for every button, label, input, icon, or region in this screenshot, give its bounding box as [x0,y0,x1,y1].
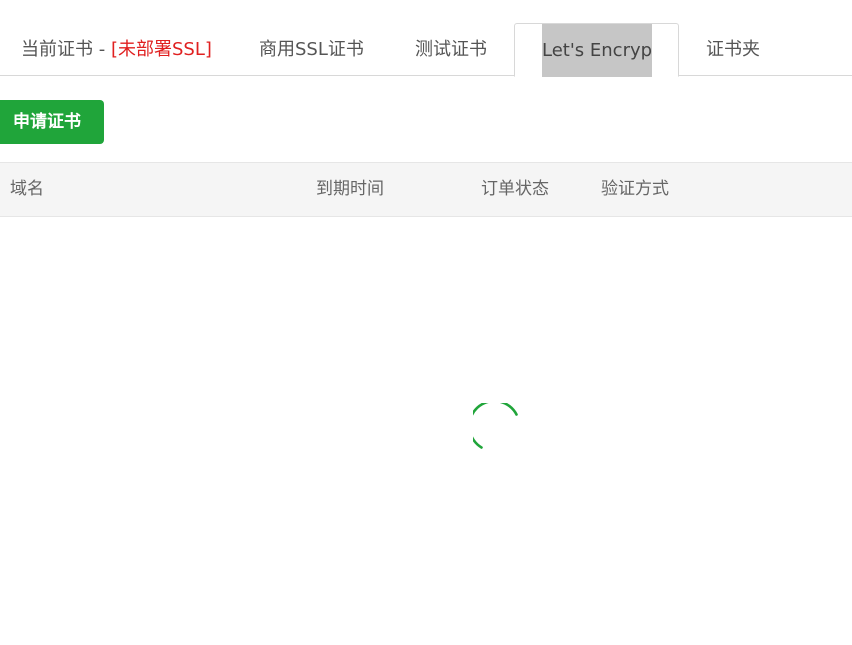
spinner-icon [473,403,518,449]
column-header-domain[interactable]: 域名 [10,163,44,216]
apply-certificate-button[interactable]: 申请证书 [0,100,104,144]
tab-commercial-ssl-label: 商用SSL证书 [259,39,364,60]
tab-current-certificate[interactable]: 当前证书 - [未部署SSL] [21,23,212,76]
tab-bar: 当前证书 - [未部署SSL] 商用SSL证书 测试证书 Let's Encry… [0,0,852,77]
tab-commercial-ssl[interactable]: 商用SSL证书 [259,23,364,76]
column-header-order-status[interactable]: 订单状态 [481,163,549,216]
tab-current-certificate-label: 当前证书 - [21,39,111,60]
tab-certificate-folder-label: 证书夹 [706,39,760,60]
tab-lets-encrypt[interactable]: Let's Encrypt [514,23,679,77]
ssl-not-deployed-warning: [未部署SSL] [110,39,212,60]
column-header-expiry-time[interactable]: 到期时间 [316,163,384,216]
tab-lets-encrypt-label: Let's Encrypt [542,24,652,77]
column-header-verification-method[interactable]: 验证方式 [601,163,669,216]
table-header: 域名 到期时间 订单状态 验证方式 [0,162,852,217]
tab-test-certificate[interactable]: 测试证书 [415,23,487,76]
tab-certificate-folder[interactable]: 证书夹 [706,23,760,76]
tab-test-certificate-label: 测试证书 [415,39,487,60]
